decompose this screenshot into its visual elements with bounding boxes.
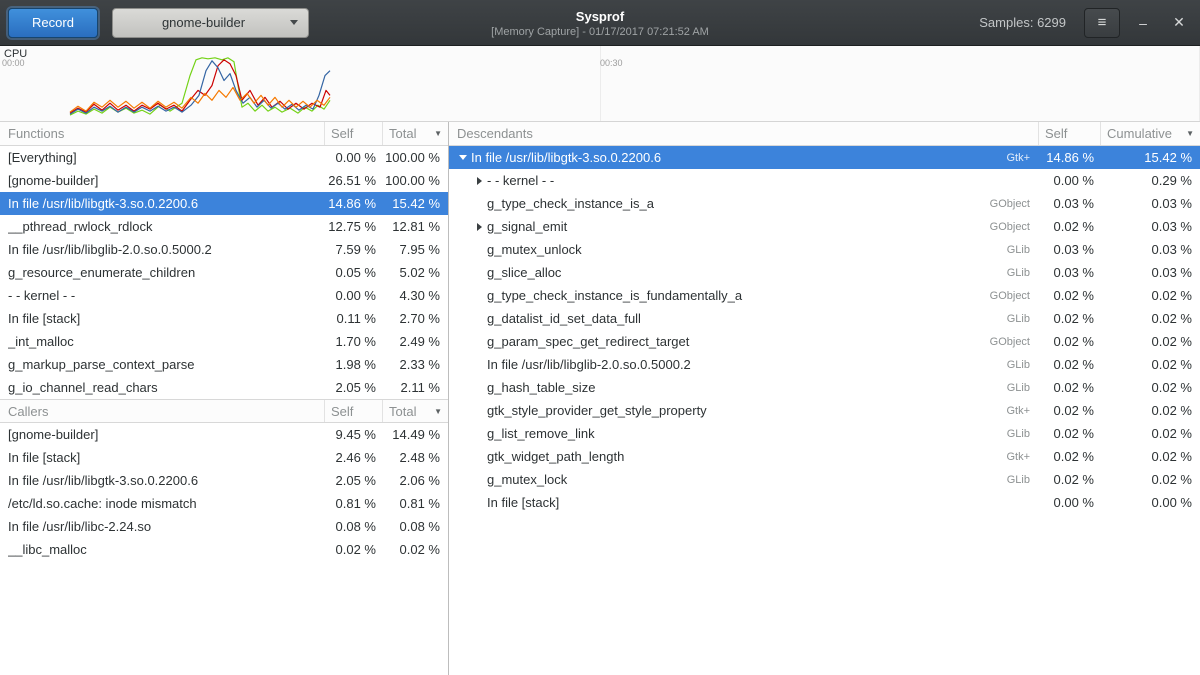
self-column-header[interactable]: Self bbox=[1038, 122, 1100, 145]
descendant-row[interactable]: g_hash_table_size GLib 0.02 % 0.02 % bbox=[449, 376, 1200, 399]
descendant-row[interactable]: In file /usr/lib/libglib-2.0.so.0.5000.2… bbox=[449, 353, 1200, 376]
library-badge: Gtk+ bbox=[1006, 405, 1038, 417]
capture-subtitle: [Memory Capture] - 01/17/2017 07:21:52 A… bbox=[491, 26, 709, 38]
library-badge: GLib bbox=[1007, 267, 1038, 279]
library-badge: GLib bbox=[1007, 474, 1038, 486]
minimize-button[interactable]: – bbox=[1130, 10, 1156, 36]
descendant-row[interactable]: g_list_remove_link GLib 0.02 % 0.02 % bbox=[449, 422, 1200, 445]
function-row[interactable]: [gnome-builder] 26.51 % 100.00 % bbox=[0, 169, 448, 192]
function-row[interactable]: - - kernel - - 0.00 % 4.30 % bbox=[0, 284, 448, 307]
function-row[interactable]: g_resource_enumerate_children 0.05 % 5.0… bbox=[0, 261, 448, 284]
time-label-mid: 00:30 bbox=[600, 58, 623, 68]
descendant-row[interactable]: gtk_style_provider_get_style_property Gt… bbox=[449, 399, 1200, 422]
library-badge: GObject bbox=[990, 198, 1038, 210]
minimize-icon: – bbox=[1139, 15, 1147, 31]
descendants-panel: Descendants Self Cumulative ▼ In file /u… bbox=[449, 122, 1200, 675]
left-panel: Functions Self Total ▼ [Everything] 0.00… bbox=[0, 122, 449, 675]
total-column-header[interactable]: Total ▼ bbox=[382, 122, 448, 145]
time-label-start: 00:00 bbox=[2, 58, 25, 68]
self-column-header[interactable]: Self bbox=[324, 122, 382, 145]
process-selector-label: gnome-builder bbox=[123, 15, 284, 30]
caller-row[interactable]: /etc/ld.so.cache: inode mismatch 0.81 % … bbox=[0, 492, 448, 515]
samples-count: Samples: 6299 bbox=[979, 15, 1066, 30]
caller-row[interactable]: __libc_malloc 0.02 % 0.02 % bbox=[0, 538, 448, 561]
sort-indicator-icon: ▼ bbox=[1186, 129, 1194, 138]
total-column-header[interactable]: Total ▼ bbox=[382, 400, 448, 422]
expander-icon[interactable] bbox=[471, 177, 487, 185]
function-row[interactable]: __pthread_rwlock_rdlock 12.75 % 12.81 % bbox=[0, 215, 448, 238]
process-selector-dropdown[interactable]: gnome-builder bbox=[112, 8, 309, 38]
function-row[interactable]: g_markup_parse_context_parse 1.98 % 2.33… bbox=[0, 353, 448, 376]
sort-indicator-icon: ▼ bbox=[434, 129, 442, 138]
caller-row[interactable]: [gnome-builder] 9.45 % 14.49 % bbox=[0, 423, 448, 446]
library-badge: GLib bbox=[1007, 428, 1038, 440]
cumulative-column-header[interactable]: Cumulative ▼ bbox=[1100, 122, 1200, 145]
descendant-row[interactable]: - - kernel - - 0.00 % 0.29 % bbox=[449, 169, 1200, 192]
sort-indicator-icon: ▼ bbox=[434, 407, 442, 416]
library-badge: Gtk+ bbox=[1006, 451, 1038, 463]
functions-rows: [Everything] 0.00 % 100.00 % [gnome-buil… bbox=[0, 146, 448, 399]
app-title: Sysprof bbox=[576, 9, 624, 24]
function-row[interactable]: In file /usr/lib/libglib-2.0.so.0.5000.2… bbox=[0, 238, 448, 261]
function-row[interactable]: [Everything] 0.00 % 100.00 % bbox=[0, 146, 448, 169]
expander-icon[interactable] bbox=[455, 155, 471, 160]
descendant-row[interactable]: gtk_widget_path_length Gtk+ 0.02 % 0.02 … bbox=[449, 445, 1200, 468]
menu-button[interactable]: ≡ bbox=[1084, 8, 1120, 38]
record-button[interactable]: Record bbox=[8, 8, 98, 38]
callers-header-row: Callers Self Total ▼ bbox=[0, 399, 448, 423]
callers-column-header[interactable]: Callers bbox=[0, 400, 324, 422]
descendants-rows: In file /usr/lib/libgtk-3.so.0.2200.6 Gt… bbox=[449, 146, 1200, 514]
library-badge: GLib bbox=[1007, 244, 1038, 256]
hamburger-icon: ≡ bbox=[1098, 14, 1107, 31]
function-row[interactable]: _int_malloc 1.70 % 2.49 % bbox=[0, 330, 448, 353]
functions-header-row: Functions Self Total ▼ bbox=[0, 122, 448, 146]
close-button[interactable]: ✕ bbox=[1166, 10, 1192, 36]
caller-row[interactable]: In file /usr/lib/libc-2.24.so 0.08 % 0.0… bbox=[0, 515, 448, 538]
functions-column-header[interactable]: Functions bbox=[0, 122, 324, 145]
descendants-column-header[interactable]: Descendants bbox=[449, 122, 1038, 145]
library-badge: GObject bbox=[990, 290, 1038, 302]
library-badge: Gtk+ bbox=[1006, 152, 1038, 164]
function-row[interactable]: g_io_channel_read_chars 2.05 % 2.11 % bbox=[0, 376, 448, 399]
descendant-row[interactable]: In file [stack] 0.00 % 0.00 % bbox=[449, 491, 1200, 514]
descendant-row[interactable]: In file /usr/lib/libgtk-3.so.0.2200.6 Gt… bbox=[449, 146, 1200, 169]
descendant-row[interactable]: g_type_check_instance_is_a GObject 0.03 … bbox=[449, 192, 1200, 215]
library-badge: GObject bbox=[990, 336, 1038, 348]
caller-row[interactable]: In file /usr/lib/libgtk-3.so.0.2200.6 2.… bbox=[0, 469, 448, 492]
cpu-graph[interactable]: CPU 00:00 00:30 bbox=[0, 46, 1200, 122]
descendant-row[interactable]: g_signal_emit GObject 0.02 % 0.03 % bbox=[449, 215, 1200, 238]
expander-icon[interactable] bbox=[471, 223, 487, 231]
descendant-row[interactable]: g_mutex_lock GLib 0.02 % 0.02 % bbox=[449, 468, 1200, 491]
close-icon: ✕ bbox=[1173, 14, 1185, 31]
caller-row[interactable]: In file [stack] 2.46 % 2.48 % bbox=[0, 446, 448, 469]
headerbar: Record gnome-builder Sysprof [Memory Cap… bbox=[0, 0, 1200, 46]
self-column-header[interactable]: Self bbox=[324, 400, 382, 422]
descendant-row[interactable]: g_param_spec_get_redirect_target GObject… bbox=[449, 330, 1200, 353]
descendant-row[interactable]: g_datalist_id_set_data_full GLib 0.02 % … bbox=[449, 307, 1200, 330]
descendant-row[interactable]: g_mutex_unlock GLib 0.03 % 0.03 % bbox=[449, 238, 1200, 261]
library-badge: GLib bbox=[1007, 382, 1038, 394]
library-badge: GObject bbox=[990, 221, 1038, 233]
function-row[interactable]: In file /usr/lib/libgtk-3.so.0.2200.6 14… bbox=[0, 192, 448, 215]
callers-rows: [gnome-builder] 9.45 % 14.49 % In file [… bbox=[0, 423, 448, 561]
descendant-row[interactable]: g_slice_alloc GLib 0.03 % 0.03 % bbox=[449, 261, 1200, 284]
function-row[interactable]: In file [stack] 0.11 % 2.70 % bbox=[0, 307, 448, 330]
chevron-down-icon bbox=[290, 20, 298, 25]
library-badge: GLib bbox=[1007, 313, 1038, 325]
library-badge: GLib bbox=[1007, 359, 1038, 371]
descendant-row[interactable]: g_type_check_instance_is_fundamentally_a… bbox=[449, 284, 1200, 307]
descendants-header-row: Descendants Self Cumulative ▼ bbox=[449, 122, 1200, 146]
